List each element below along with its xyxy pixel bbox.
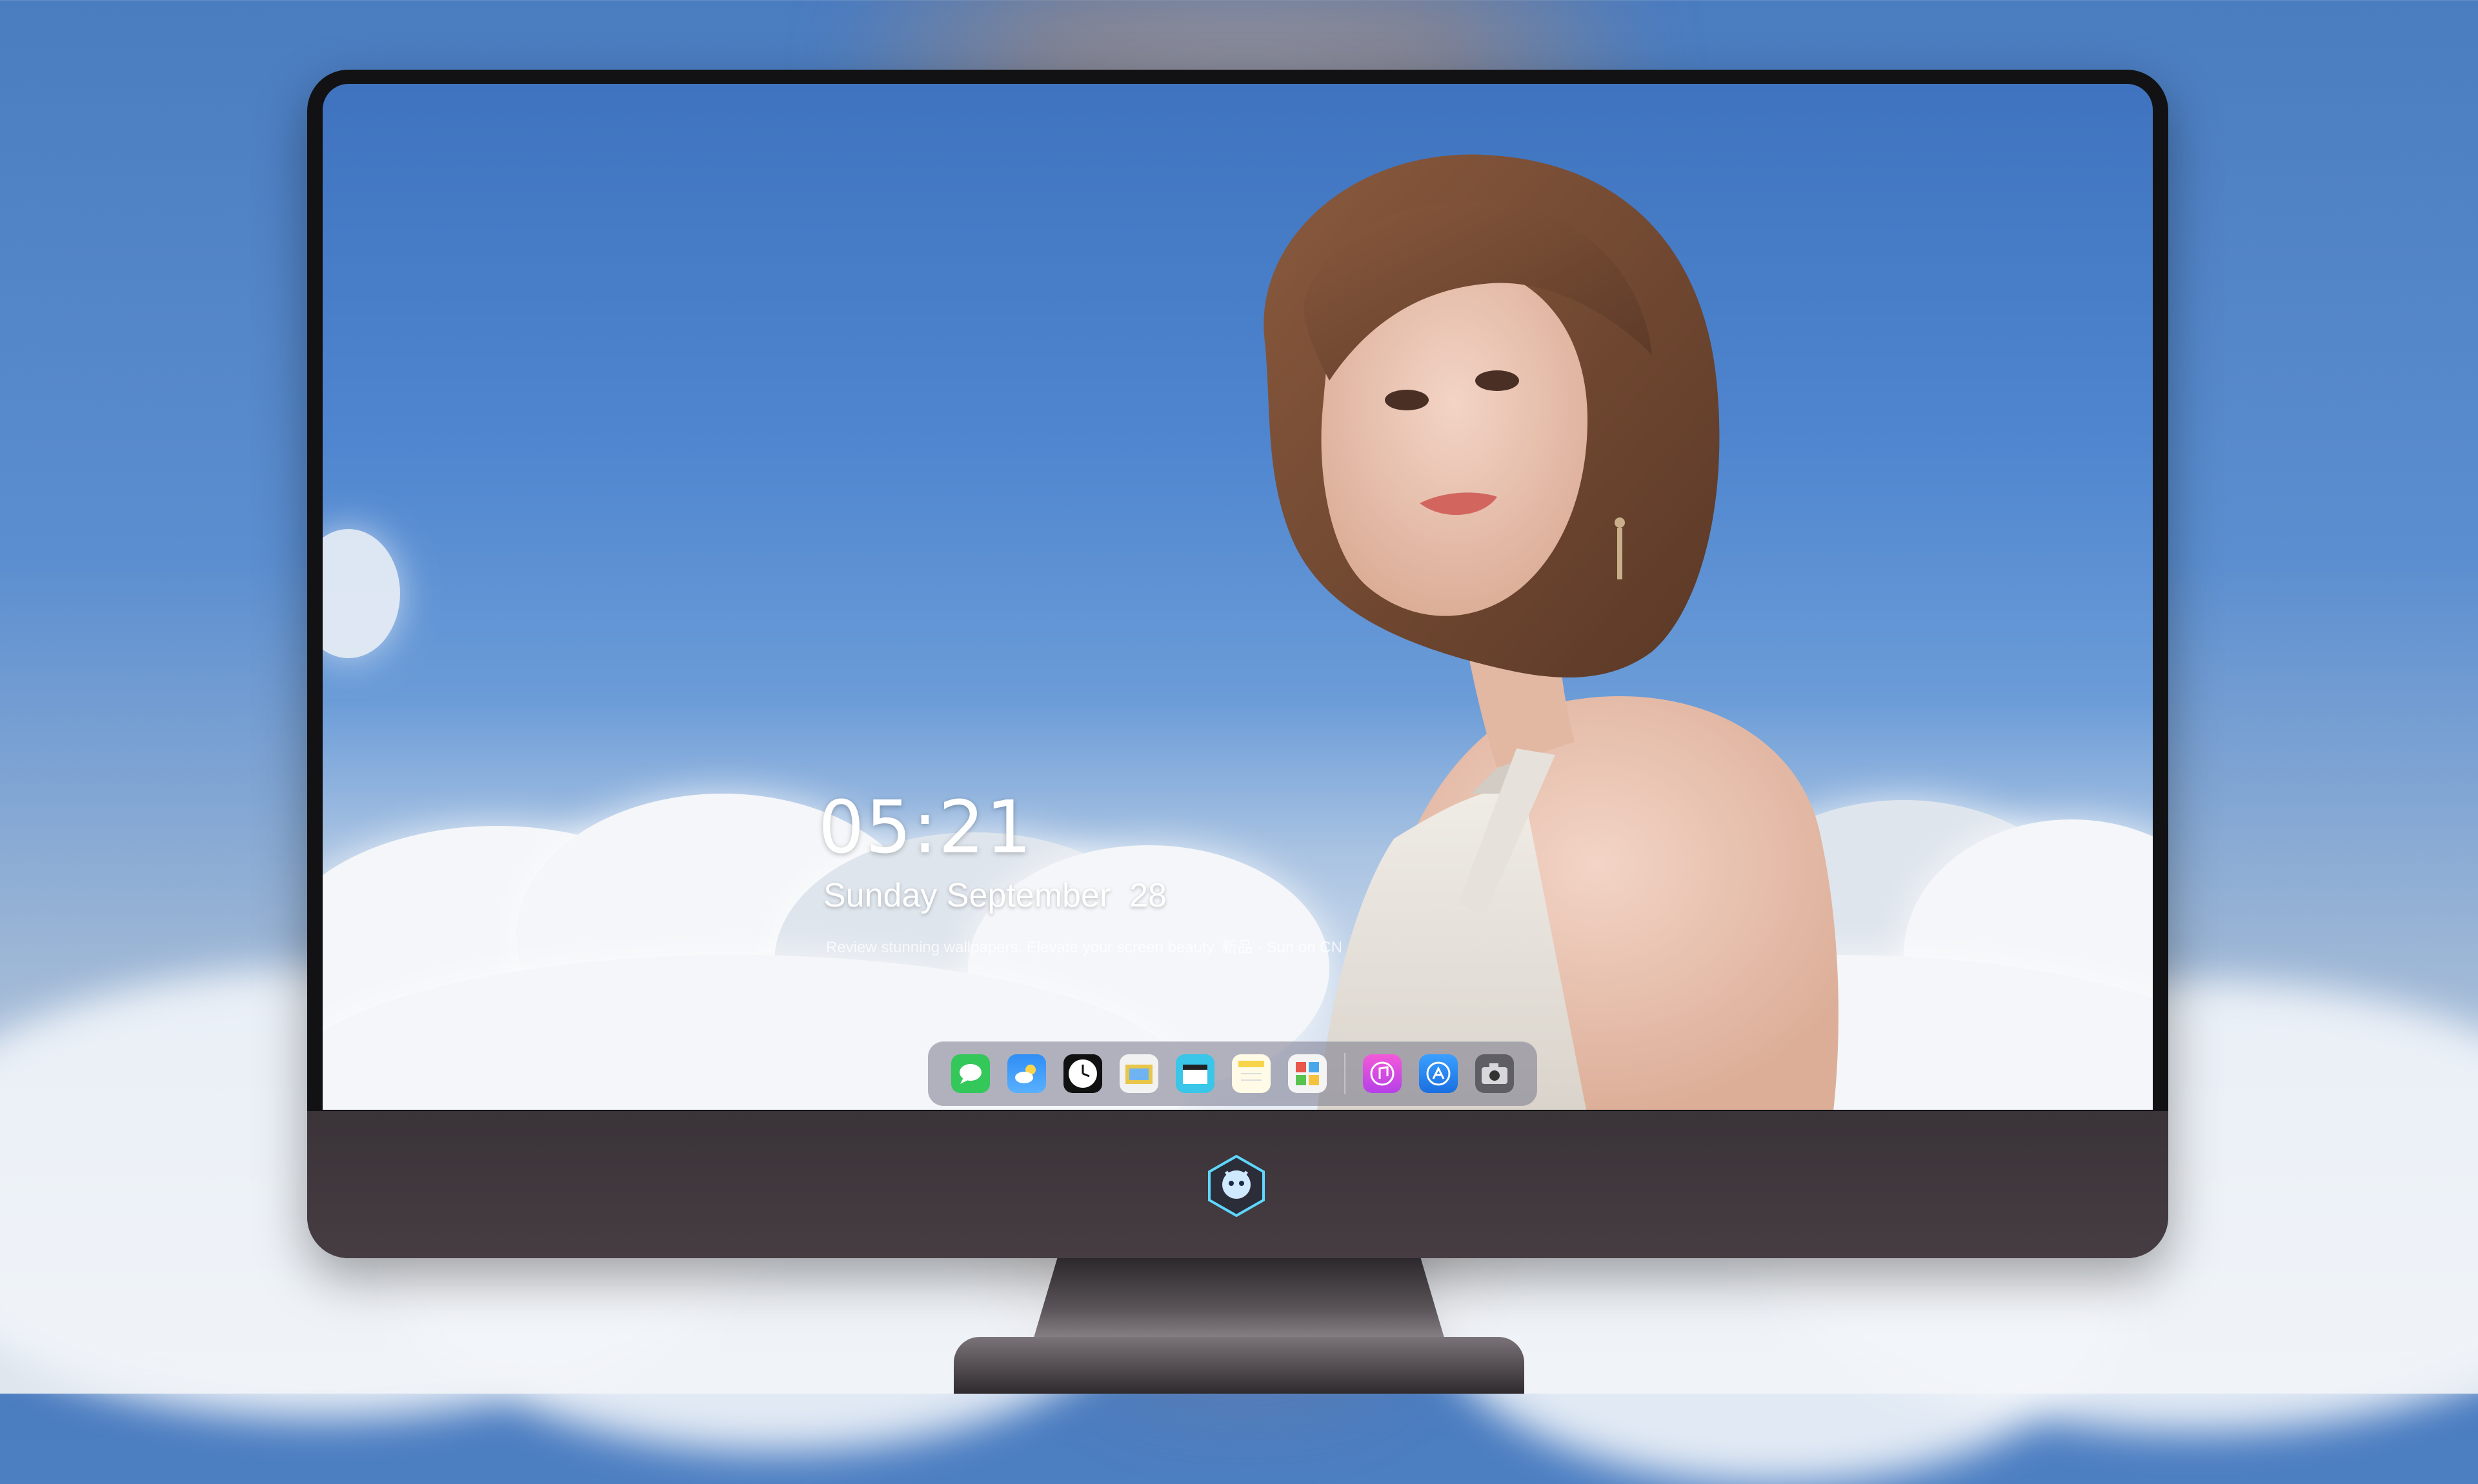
notes-icon[interactable] <box>1232 1054 1271 1093</box>
wallpaper-tagline: Review stunning wallpapers. Elevate your… <box>826 939 1342 956</box>
camera-icon[interactable] <box>1475 1054 1514 1093</box>
photo-booth-icon[interactable] <box>1288 1054 1327 1093</box>
app-store-icon[interactable] <box>1419 1054 1458 1093</box>
monitor-stand-neck <box>1032 1258 1446 1342</box>
monitor-stand-base <box>954 1337 1524 1394</box>
clock-icon[interactable] <box>1063 1054 1102 1093</box>
lock-screen-time: 05:21 <box>818 786 1033 870</box>
preview-icon[interactable] <box>1120 1054 1158 1093</box>
app-dock <box>928 1041 1537 1106</box>
weather-icon[interactable] <box>1007 1054 1046 1093</box>
brand-logo-icon <box>1208 1155 1265 1217</box>
lock-screen-date: Sunday September 28 <box>823 877 1167 914</box>
messages-icon[interactable] <box>951 1054 990 1093</box>
music-icon[interactable] <box>1363 1054 1402 1093</box>
desktop-wallpaper: 05:21 Sunday September 28 Review stunnin… <box>323 84 2153 1110</box>
wallpaper-portrait <box>1264 154 1838 1110</box>
clips-icon[interactable] <box>1176 1054 1214 1093</box>
dock-divider <box>1344 1053 1345 1094</box>
